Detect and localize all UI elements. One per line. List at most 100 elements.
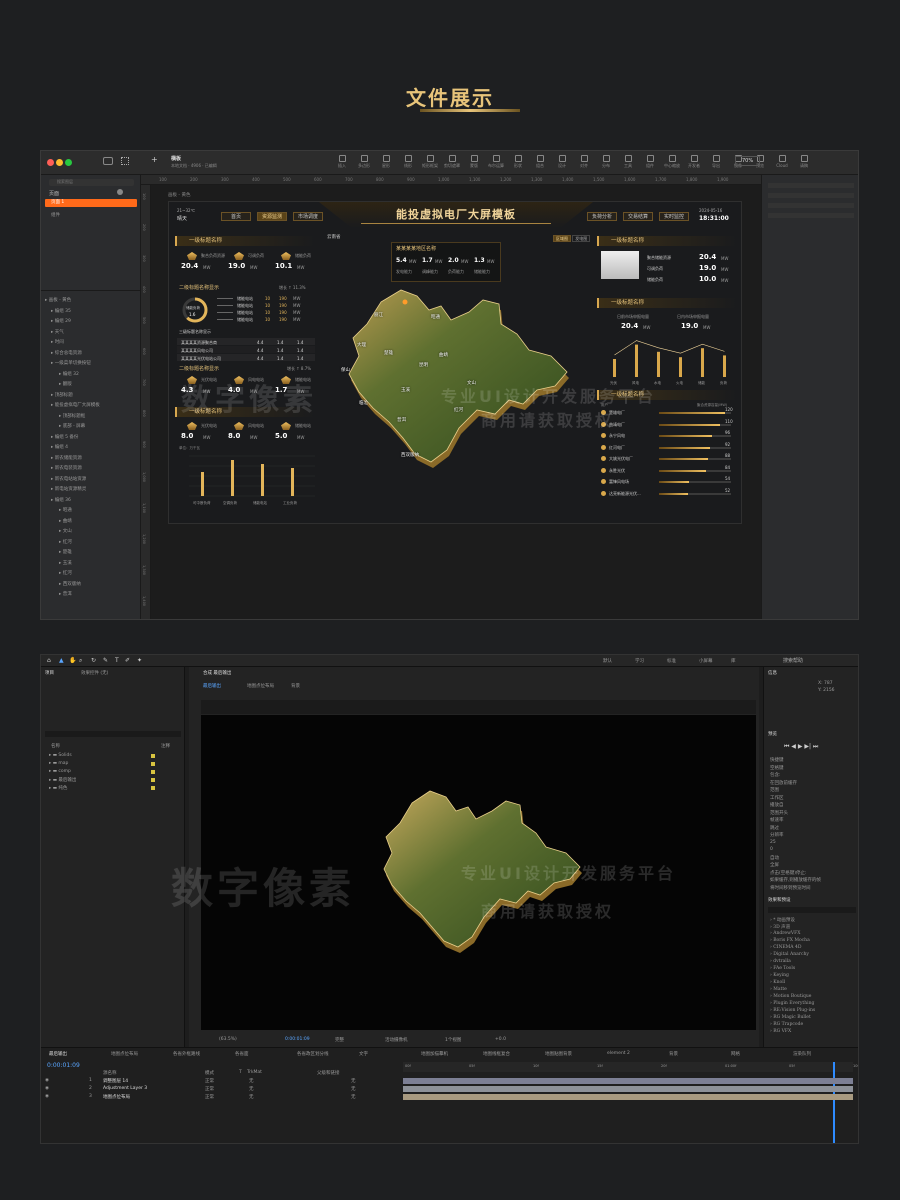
- layer-item[interactable]: ▸ 天气: [51, 329, 64, 335]
- workspace-item[interactable]: 默认: [603, 658, 612, 664]
- trkmat-value[interactable]: 无: [249, 1094, 254, 1100]
- trkmat-value[interactable]: 无: [249, 1086, 254, 1092]
- layer-item[interactable]: ▸ 编组 4: [51, 444, 68, 450]
- layer-item[interactable]: ▸ 能投虚拟电厂大屏模板: [51, 402, 100, 408]
- layer-column[interactable]: 模式: [205, 1070, 214, 1076]
- effect-category[interactable]: › Matte: [770, 987, 787, 992]
- effect-category[interactable]: › Motion Boutique: [770, 994, 811, 999]
- timeline-tab[interactable]: 网格: [731, 1051, 740, 1057]
- layer-item[interactable]: ▸ 编组 35: [51, 308, 71, 314]
- preview-option[interactable]: 在回放前缓存: [770, 780, 797, 786]
- timeline-tab[interactable]: 各省面: [235, 1051, 249, 1057]
- viewer-control[interactable]: (63.5%): [219, 1037, 237, 1042]
- project-item[interactable]: ▸ ▬ 纯色: [49, 785, 67, 791]
- layer-item[interactable]: ▸ 编组 29: [51, 318, 71, 324]
- project-search-input[interactable]: [45, 731, 181, 737]
- visibility-eye-icon[interactable]: ◉: [45, 1078, 49, 1083]
- toolbar-tool[interactable]: 布尔运算: [485, 155, 507, 169]
- project-item[interactable]: ▸ ▬ comp: [49, 769, 71, 774]
- layer-item[interactable]: ▸ 红河: [59, 539, 72, 545]
- preview-option[interactable]: 如果缓存,则播放缓存的帧: [770, 877, 821, 883]
- city-label[interactable]: 曲靖: [439, 352, 448, 358]
- layer-item[interactable]: ▸ 顶部标题框: [59, 413, 85, 419]
- effect-category[interactable]: › * 动画预设: [770, 917, 795, 923]
- effect-category[interactable]: › FAe Tools: [770, 966, 795, 971]
- viewer-control[interactable]: 1个视图: [445, 1037, 461, 1043]
- page-item[interactable]: 组件: [51, 212, 60, 218]
- layer-item[interactable]: ▸ 编组 36: [51, 497, 71, 503]
- city-label[interactable]: 普洱: [397, 417, 406, 423]
- effect-category[interactable]: › RG Magic Bullet: [770, 1015, 811, 1020]
- page-item-active[interactable]: 页面 1: [45, 199, 137, 207]
- effect-category[interactable]: › Keying: [770, 973, 789, 978]
- track-bar[interactable]: [403, 1094, 853, 1100]
- preview-option[interactable]: 空格键: [770, 765, 784, 771]
- toolbar-tool[interactable]: 剪切遮罩: [441, 155, 463, 169]
- prop-row[interactable]: [768, 193, 854, 198]
- project-item[interactable]: ▸ ▬ 最后输出: [49, 777, 76, 783]
- toolbar-tool[interactable]: 开发者: [683, 155, 705, 169]
- viewer-control[interactable]: +0.0: [495, 1037, 506, 1042]
- toolbar-tool[interactable]: 中心缩放: [661, 155, 683, 169]
- toolbar-tool[interactable]: 插入: [331, 155, 353, 169]
- comp-tab[interactable]: 地图点位布局: [247, 683, 274, 689]
- effect-category[interactable]: › RG VFX: [770, 1029, 791, 1034]
- layer-name[interactable]: 地图点位布局: [103, 1094, 130, 1100]
- layer-item[interactable]: ▸ 昭通: [59, 507, 72, 513]
- timeline-tab[interactable]: 背景: [669, 1051, 678, 1057]
- preview-option[interactable]: 分辨率: [770, 832, 784, 838]
- preview-option[interactable]: 将时间移到预览时间: [770, 885, 811, 891]
- close-window-button[interactable]: [47, 159, 54, 166]
- toolbar-tool[interactable]: 导出: [705, 155, 727, 169]
- city-label[interactable]: 西双版纳: [401, 452, 419, 458]
- maximize-window-button[interactable]: [65, 159, 72, 166]
- project-item[interactable]: ▸ ▬ map: [49, 761, 68, 766]
- timeline-tab[interactable]: 文字: [359, 1051, 368, 1057]
- parent-value[interactable]: 无: [351, 1094, 356, 1100]
- visibility-eye-icon[interactable]: ◉: [45, 1086, 49, 1091]
- hand-tool-icon[interactable]: ✋: [69, 657, 76, 664]
- layer-column[interactable]: TrkMat: [247, 1070, 262, 1075]
- parent-value[interactable]: 无: [351, 1078, 356, 1084]
- track-bar[interactable]: [403, 1086, 853, 1092]
- toolbar-tool[interactable]: 组合: [529, 155, 551, 169]
- viewer-control[interactable]: 活动摄像机: [385, 1037, 408, 1043]
- layer-mode[interactable]: 正常: [205, 1086, 214, 1092]
- layer-item[interactable]: ▸ 新电站资源精灵: [51, 486, 86, 492]
- layer-item[interactable]: ▸ 新农储能资源: [51, 455, 82, 461]
- layer-item[interactable]: ▸ 综合总电资源: [51, 350, 82, 356]
- city-label[interactable]: 玉溪: [401, 387, 410, 393]
- layer-mode[interactable]: 正常: [205, 1078, 214, 1084]
- layer-item[interactable]: ▸ 曲靖: [59, 518, 72, 524]
- effects-search-input[interactable]: [768, 907, 856, 913]
- selection-tool-icon[interactable]: ▲: [59, 657, 64, 664]
- viewer-control[interactable]: 0:00:01:09: [285, 1037, 310, 1042]
- effect-category[interactable]: › CINEMA 4D: [770, 945, 801, 950]
- toggle-region[interactable]: 区域图: [553, 235, 571, 242]
- col-name[interactable]: 名称: [51, 743, 60, 749]
- toolbar-tool[interactable]: Cloud: [771, 155, 793, 168]
- layer-column[interactable]: 父级和链接: [317, 1070, 340, 1076]
- sidebar-toggle-icon[interactable]: [103, 157, 113, 165]
- effect-category[interactable]: › Plugin Everything: [770, 1001, 814, 1006]
- layer-item[interactable]: ▸ 西双版纳: [59, 581, 81, 587]
- comp-tab[interactable]: 最后输出: [203, 683, 221, 689]
- timeline-tab[interactable]: 最后输出: [49, 1051, 67, 1057]
- minimize-window-button[interactable]: [56, 159, 63, 166]
- layer-item[interactable]: ▸ 红河: [59, 570, 72, 576]
- timeline-tab[interactable]: 地图加描摹机: [421, 1051, 448, 1057]
- timecode[interactable]: 0:00:01:09: [47, 1062, 80, 1069]
- toolbar-tool[interactable]: 请稿: [793, 155, 815, 169]
- preview-option[interactable]: 快捷键: [770, 757, 784, 763]
- effect-category[interactable]: › 3D 声道: [770, 924, 790, 930]
- playback-controls-icon[interactable]: ⏮ ◀ ▶ ▶| ⏭: [784, 743, 818, 751]
- toolbar-tool[interactable]: 设计: [551, 155, 573, 169]
- prop-row[interactable]: [768, 183, 854, 188]
- preview-option[interactable]: 自动: [770, 855, 779, 861]
- toolbar-tool[interactable]: 星形: [375, 155, 397, 169]
- layer-item[interactable]: ▸ 楚雄: [59, 549, 72, 555]
- layer-item[interactable]: ▸ 普洱: [59, 591, 72, 597]
- toolbar-tool[interactable]: 工具: [617, 155, 639, 169]
- timeline-tab[interactable]: 各省政区划分线: [297, 1051, 329, 1057]
- toolbar-tool[interactable]: 蒙版: [463, 155, 485, 169]
